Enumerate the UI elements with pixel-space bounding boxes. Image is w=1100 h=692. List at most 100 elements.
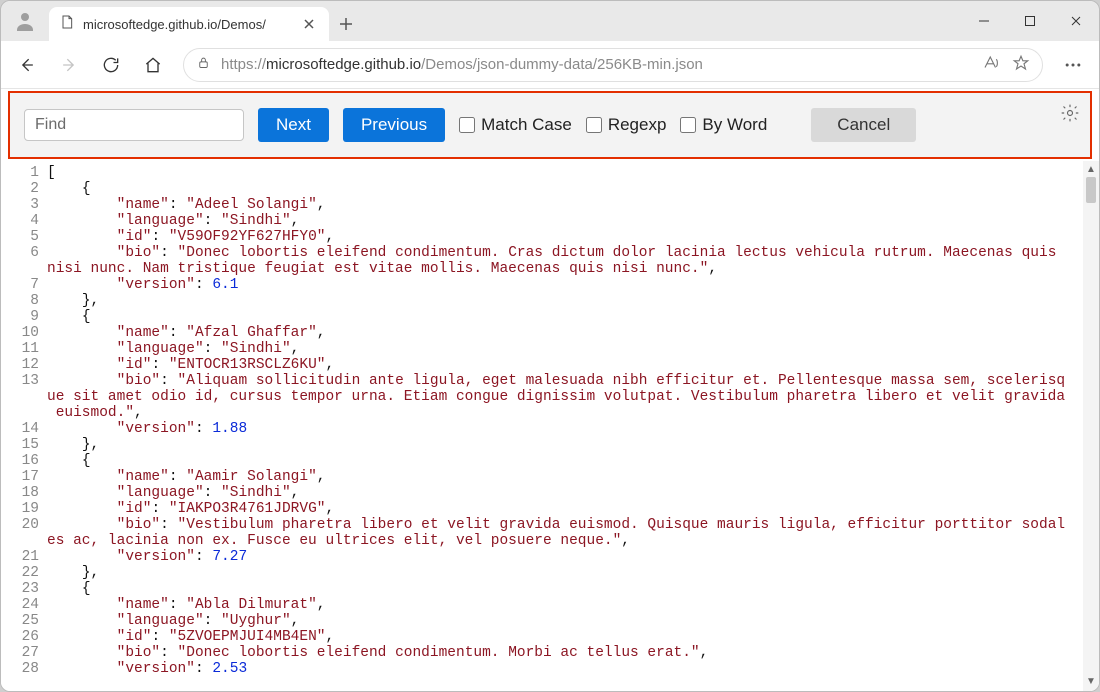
find-bar-container: Next Previous Match Case Regexp By Word … <box>1 89 1099 161</box>
find-previous-button[interactable]: Previous <box>343 108 445 142</box>
json-viewer: 1[2 {3 "name": "Adeel Solangi",4 "langua… <box>1 161 1099 691</box>
refresh-icon <box>101 55 121 75</box>
regexp-checkbox[interactable] <box>586 117 602 133</box>
line-number: 6 <box>1 245 47 261</box>
code-line: es ac, lacinia non ex. Fusce eu ultrices… <box>47 533 1083 549</box>
code-line: "version": 2.53 <box>47 661 1083 677</box>
code-line: { <box>47 453 1083 469</box>
code-line: "name": "Afzal Ghaffar", <box>47 325 1083 341</box>
forward-button[interactable] <box>49 45 89 85</box>
scroll-up-icon: ▲ <box>1086 165 1096 175</box>
star-icon <box>1012 54 1030 72</box>
code-line: }, <box>47 565 1083 581</box>
read-aloud-button[interactable] <box>982 54 1000 76</box>
line-number: 26 <box>1 629 47 645</box>
line-number: 4 <box>1 213 47 229</box>
find-bar: Next Previous Match Case Regexp By Word … <box>8 91 1092 159</box>
scroll-down-icon: ▼ <box>1086 677 1096 687</box>
by-word-checkbox[interactable] <box>680 117 696 133</box>
gear-icon <box>1060 103 1080 123</box>
line-number <box>1 405 47 421</box>
code-line: [ <box>47 165 1083 181</box>
code-line: }, <box>47 293 1083 309</box>
window-maximize-button[interactable] <box>1007 1 1053 41</box>
line-number: 10 <box>1 325 47 341</box>
line-number: 13 <box>1 373 47 389</box>
find-input[interactable] <box>24 109 244 141</box>
home-icon <box>143 55 163 75</box>
code-line: "bio": "Aliquam sollicitudin ante ligula… <box>47 373 1083 389</box>
code-line: "version": 7.27 <box>47 549 1083 565</box>
tab-close-button[interactable] <box>299 14 319 34</box>
line-number: 18 <box>1 485 47 501</box>
browser-tab[interactable]: microsoftedge.github.io/Demos/ <box>49 7 329 41</box>
line-number <box>1 261 47 277</box>
scrollbar-thumb[interactable] <box>1086 177 1096 203</box>
address-bar[interactable]: https://microsoftedge.github.io/Demos/js… <box>183 48 1043 82</box>
line-number <box>1 389 47 405</box>
regexp-option[interactable]: Regexp <box>586 115 667 135</box>
line-number: 27 <box>1 645 47 661</box>
arrow-right-icon <box>59 55 79 75</box>
settings-menu-button[interactable] <box>1053 45 1093 85</box>
window-controls <box>961 1 1099 41</box>
line-number: 9 <box>1 309 47 325</box>
maximize-icon <box>1024 15 1036 27</box>
line-number: 5 <box>1 229 47 245</box>
line-number: 28 <box>1 661 47 677</box>
new-tab-button[interactable] <box>329 7 363 41</box>
code-line: "id": "5ZVOEPMJUI4MB4EN", <box>47 629 1083 645</box>
by-word-option[interactable]: By Word <box>680 115 767 135</box>
profile-button[interactable] <box>1 1 49 41</box>
code-line: "name": "Adeel Solangi", <box>47 197 1083 213</box>
arrow-left-icon <box>17 55 37 75</box>
minimize-icon <box>978 15 990 27</box>
code-area[interactable]: 1[2 {3 "name": "Adeel Solangi",4 "langua… <box>1 161 1083 691</box>
match-case-checkbox[interactable] <box>459 117 475 133</box>
url-path: /Demos/json-dummy-data/256KB-min.json <box>421 56 703 73</box>
url-host: microsoftedge.github.io <box>266 56 421 73</box>
line-number: 23 <box>1 581 47 597</box>
url-text: https://microsoftedge.github.io/Demos/js… <box>221 56 703 73</box>
code-line: euismod.", <box>47 405 1083 421</box>
code-line: "language": "Sindhi", <box>47 213 1083 229</box>
regexp-label: Regexp <box>608 115 667 135</box>
find-next-button[interactable]: Next <box>258 108 329 142</box>
home-button[interactable] <box>133 45 173 85</box>
line-number: 19 <box>1 501 47 517</box>
code-line: nisi nunc. Nam tristique feugiat est vit… <box>47 261 1083 277</box>
read-aloud-icon <box>982 54 1000 72</box>
page-icon <box>59 14 75 35</box>
window-close-button[interactable] <box>1053 1 1099 41</box>
line-number: 7 <box>1 277 47 293</box>
find-cancel-button[interactable]: Cancel <box>811 108 916 142</box>
match-case-option[interactable]: Match Case <box>459 115 572 135</box>
code-line: "id": "ENTOCR13RSCLZ6KU", <box>47 357 1083 373</box>
code-line: "id": "IAKPO3R4761JDRVG", <box>47 501 1083 517</box>
profile-icon <box>13 9 37 33</box>
vertical-scrollbar[interactable]: ▲ ▼ <box>1083 161 1099 691</box>
window-minimize-button[interactable] <box>961 1 1007 41</box>
code-line: "name": "Aamir Solangi", <box>47 469 1083 485</box>
line-number: 15 <box>1 437 47 453</box>
line-number: 2 <box>1 181 47 197</box>
code-line: { <box>47 309 1083 325</box>
tab-title: microsoftedge.github.io/Demos/ <box>83 17 291 32</box>
code-line: "bio": "Vestibulum pharetra libero et ve… <box>47 517 1083 533</box>
line-number <box>1 533 47 549</box>
line-number: 16 <box>1 453 47 469</box>
find-settings-button[interactable] <box>1060 103 1080 128</box>
line-number: 24 <box>1 597 47 613</box>
line-number: 3 <box>1 197 47 213</box>
site-info-button[interactable] <box>196 55 211 74</box>
back-button[interactable] <box>7 45 47 85</box>
line-number: 25 <box>1 613 47 629</box>
code-line: "language": "Sindhi", <box>47 341 1083 357</box>
browser-window: microsoftedge.github.io/Demos/ <box>0 0 1100 692</box>
code-line: { <box>47 181 1083 197</box>
more-horizontal-icon <box>1063 55 1083 75</box>
favorite-button[interactable] <box>1012 54 1030 76</box>
line-number: 22 <box>1 565 47 581</box>
code-line: "id": "V59OF92YF627HFY0", <box>47 229 1083 245</box>
refresh-button[interactable] <box>91 45 131 85</box>
